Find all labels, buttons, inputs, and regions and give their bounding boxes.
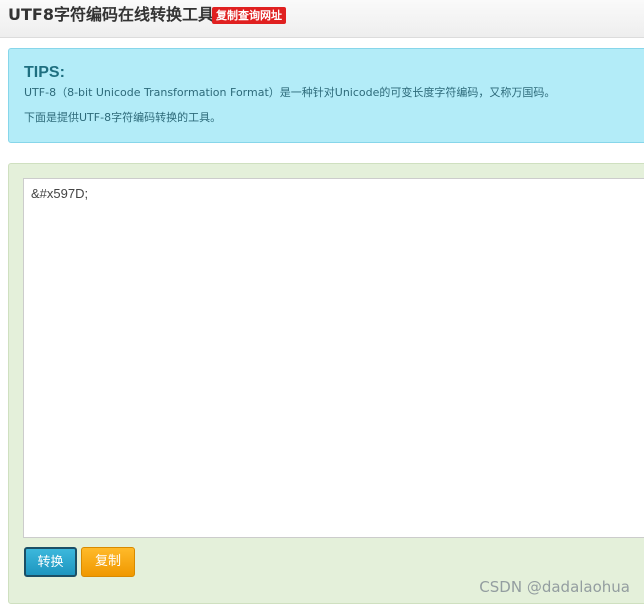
tips-description: UTF-8（8-bit Unicode Transformation Forma… <box>24 86 556 99</box>
copy-query-url-badge[interactable]: 复制查询网址 <box>212 7 286 24</box>
copy-button[interactable]: 复制 <box>81 547 135 577</box>
page-title: UTF8字符编码在线转换工具 <box>8 5 214 24</box>
convert-button[interactable]: 转换 <box>24 547 77 577</box>
tips-heading: TIPS: <box>24 64 65 81</box>
csdn-watermark: CSDN @dadalaohua <box>479 578 630 596</box>
page-header: UTF8字符编码在线转换工具 复制查询网址 <box>0 0 644 38</box>
converter-panel: &#x597D; 转换 复制 <box>8 163 644 604</box>
tips-box: TIPS: UTF-8（8-bit Unicode Transformation… <box>8 48 644 143</box>
code-input-textarea[interactable]: &#x597D; <box>23 178 644 538</box>
tips-tool-note: 下面是提供UTF-8字符编码转换的工具。 <box>24 111 222 124</box>
